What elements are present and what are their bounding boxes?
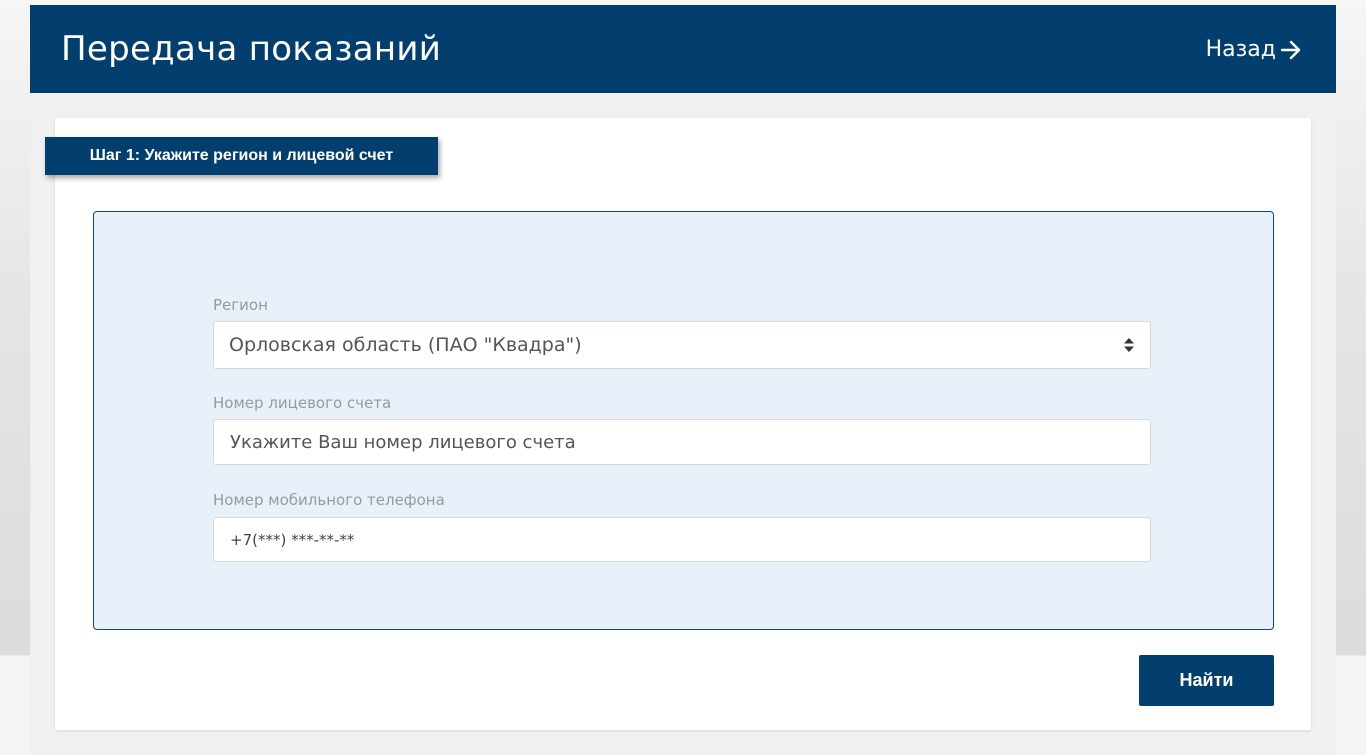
page-title: Передача показаний xyxy=(61,29,442,69)
region-label: Регион xyxy=(213,296,268,314)
account-field xyxy=(213,419,1151,465)
back-link[interactable]: Назад xyxy=(1206,35,1302,65)
phone-label: Номер мобильного телефона xyxy=(213,491,445,509)
header-bar: Передача показаний Назад xyxy=(30,5,1336,93)
page-container: Передача показаний Назад Шаг 1: Укажите … xyxy=(30,5,1336,755)
account-input[interactable] xyxy=(214,420,1150,464)
account-label: Номер лицевого счета xyxy=(213,394,392,412)
region-select[interactable]: Орловская область (ПАО "Квадра") xyxy=(213,321,1151,369)
content-card: Шаг 1: Укажите регион и лицевой счет Рег… xyxy=(45,118,1311,730)
back-label: Назад xyxy=(1205,37,1276,62)
region-value: Орловская область (ПАО "Квадра") xyxy=(229,334,582,356)
phone-field xyxy=(213,517,1151,562)
find-button[interactable]: Найти xyxy=(1139,655,1274,706)
form-panel: Регион Орловская область (ПАО "Квадра") … xyxy=(93,211,1274,630)
phone-input[interactable] xyxy=(214,518,1150,561)
step-badge: Шаг 1: Укажите регион и лицевой счет xyxy=(45,137,438,175)
sort-arrows-icon xyxy=(1124,338,1134,352)
arrow-right-icon xyxy=(1280,39,1302,61)
